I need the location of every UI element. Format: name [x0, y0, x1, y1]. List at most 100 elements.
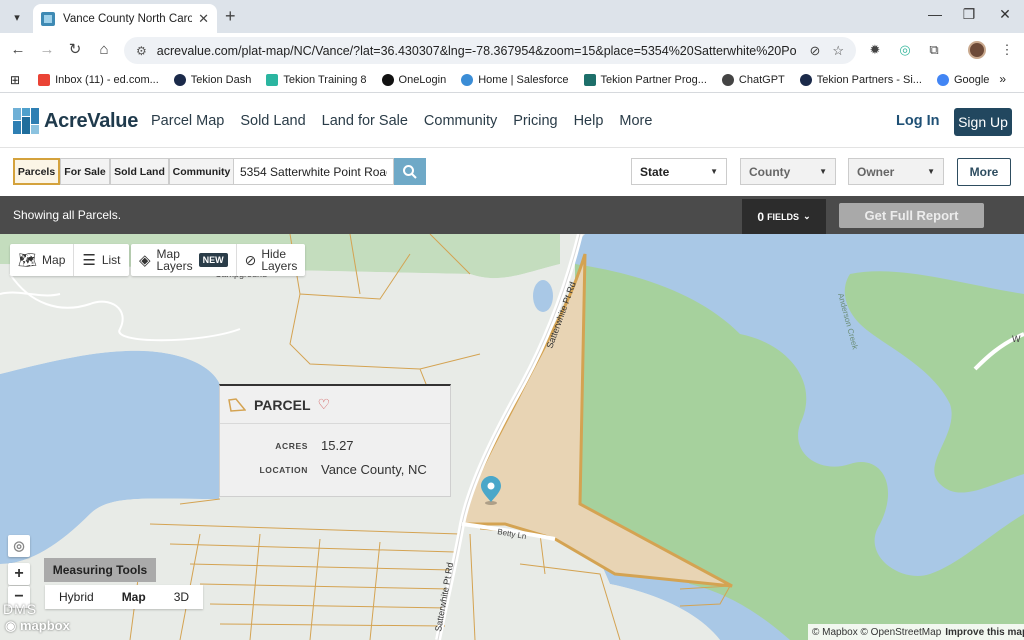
- browser-tab[interactable]: Vance County North Carolina P ✕: [33, 4, 217, 33]
- bookmark-google[interactable]: Google: [936, 73, 989, 86]
- chevron-down-icon: ▼: [710, 167, 718, 176]
- extensions-puzzle-icon[interactable]: ⧉: [925, 41, 943, 59]
- owner-select[interactable]: Owner ▼: [848, 158, 944, 185]
- fields-count: 0: [757, 209, 765, 224]
- segment-community[interactable]: Community: [169, 158, 234, 185]
- chevron-down-icon: ▼: [927, 167, 935, 176]
- map-icon: 🗺︎: [18, 252, 38, 269]
- measuring-tools-button[interactable]: Measuring Tools: [44, 558, 156, 582]
- bookmarks-bar: ⊞ Inbox (11) - ed.com... Tekion Dash Tek…: [0, 67, 1024, 93]
- restore-icon[interactable]: ❐: [958, 6, 980, 23]
- profile-avatar[interactable]: [968, 41, 986, 59]
- tekion-icon: [173, 73, 186, 86]
- mapbox-logo[interactable]: ◉ mapbox: [5, 618, 70, 634]
- gmail-icon: [38, 73, 51, 86]
- nav-pricing[interactable]: Pricing: [513, 113, 557, 129]
- nav-parcel-map[interactable]: Parcel Map: [151, 113, 224, 129]
- bookmark-salesforce[interactable]: Home | Salesforce: [461, 73, 569, 86]
- map-canvas[interactable]: Campground Satterwhite Pt Rd Satterwhite…: [0, 234, 1024, 640]
- bookmark-tekion-training[interactable]: Tekion Training 8: [266, 73, 367, 86]
- nav-land-for-sale[interactable]: Land for Sale: [322, 113, 408, 129]
- back-icon[interactable]: ←: [7, 39, 29, 61]
- search-icon: [403, 164, 417, 179]
- more-filters-button[interactable]: More: [957, 158, 1011, 186]
- county-select[interactable]: County ▼: [740, 158, 836, 185]
- segment-for-sale[interactable]: For Sale: [60, 158, 110, 185]
- bookmark-tekion-partners[interactable]: Tekion Partners - Si...: [799, 73, 922, 86]
- apps-icon[interactable]: ⊞: [10, 73, 20, 87]
- bookmarks-overflow-icon[interactable]: »: [999, 72, 1006, 86]
- tracking-icon[interactable]: ⊘: [809, 43, 820, 59]
- parcel-popup: PARCEL ♡ ACRES 15.27 LOCATION Vance Coun…: [219, 384, 451, 497]
- nav-more[interactable]: More: [619, 113, 652, 129]
- bookmark-chatgpt[interactable]: ChatGPT: [721, 73, 785, 86]
- extension-circle-icon[interactable]: ◎: [896, 41, 914, 59]
- zoom-in-button[interactable]: +: [8, 563, 30, 585]
- login-link[interactable]: Log In: [896, 113, 940, 129]
- segment-sold-land[interactable]: Sold Land: [110, 158, 169, 185]
- style-3d[interactable]: 3D: [160, 590, 203, 604]
- location-row: LOCATION Vance County, NC: [220, 462, 452, 477]
- eye-off-icon: ⊘: [244, 251, 257, 268]
- segment-parcels[interactable]: Parcels: [13, 158, 60, 185]
- reload-icon[interactable]: ↻: [64, 39, 86, 61]
- fields-label: FIELDS: [767, 211, 800, 222]
- main-nav: Parcel Map Sold Land Land for Sale Commu…: [151, 113, 668, 129]
- attribution-osm[interactable]: © OpenStreetMap: [861, 627, 942, 638]
- chatgpt-icon: [721, 73, 734, 86]
- fields-dropdown[interactable]: 0 FIELDS ⌄: [742, 199, 826, 234]
- layers-icon: ◈: [139, 252, 151, 269]
- bookmark-tekion-dash[interactable]: Tekion Dash: [173, 73, 251, 86]
- forward-icon[interactable]: →: [36, 39, 58, 61]
- signup-button[interactable]: Sign Up: [954, 108, 1012, 136]
- state-select[interactable]: State ▼: [631, 158, 727, 185]
- chevron-down-icon: ▼: [819, 167, 827, 176]
- bookmark-tekion-partner[interactable]: Tekion Partner Prog...: [583, 73, 707, 86]
- new-tab-icon[interactable]: +: [225, 6, 236, 27]
- close-tab-icon[interactable]: ✕: [198, 11, 209, 27]
- address-search-input[interactable]: [234, 158, 394, 185]
- list-view-button[interactable]: ☰ List: [74, 244, 128, 276]
- bookmark-star-icon[interactable]: ☆: [832, 43, 844, 59]
- tekion-partners-icon: [799, 73, 812, 86]
- bookmark-onelogin[interactable]: OneLogin: [381, 73, 446, 86]
- map-layers-button[interactable]: ◈ Map Layers NEW: [131, 244, 237, 276]
- layer-controls: ◈ Map Layers NEW ⊘ Hide Layers: [131, 244, 306, 276]
- tab-title: Vance County North Carolina P: [63, 12, 193, 25]
- parcel-icon: [228, 397, 246, 412]
- get-full-report-button[interactable]: Get Full Report: [839, 203, 984, 228]
- onelogin-icon: [381, 73, 394, 86]
- map-view-button[interactable]: 🗺︎ Map: [10, 244, 75, 276]
- browser-toolbar: ← → ↻ ⌂ ⚙ acrevalue.com/plat-map/NC/Vanc…: [0, 33, 1024, 67]
- address-bar[interactable]: ⚙ acrevalue.com/plat-map/NC/Vance/?lat=3…: [124, 37, 856, 64]
- acrevalue-logo[interactable]: AcreValue: [13, 108, 138, 134]
- acres-row: ACRES 15.27: [220, 438, 452, 453]
- close-window-icon[interactable]: ✕: [994, 6, 1016, 23]
- tab-search-icon[interactable]: ▾: [6, 6, 28, 28]
- minimize-icon[interactable]: —: [924, 6, 946, 22]
- hide-layers-button[interactable]: ⊘ Hide Layers: [237, 244, 306, 276]
- view-toggle: 🗺︎ Map ☰ List: [10, 244, 129, 276]
- style-map[interactable]: Map: [108, 590, 160, 604]
- improve-map-link[interactable]: Improve this map: [945, 627, 1024, 638]
- bookmark-gmail[interactable]: Inbox (11) - ed.com...: [38, 73, 159, 86]
- location-value: Vance County, NC: [321, 462, 427, 477]
- extension-gear-icon[interactable]: ✹: [866, 41, 884, 59]
- search-button[interactable]: [394, 158, 426, 185]
- location-label: LOCATION: [259, 464, 308, 475]
- nav-community[interactable]: Community: [424, 113, 497, 129]
- training-icon: [266, 73, 279, 86]
- acres-label: ACRES: [275, 440, 308, 451]
- geolocate-icon[interactable]: ◎: [8, 535, 30, 557]
- nav-sold-land[interactable]: Sold Land: [240, 113, 305, 129]
- nav-help[interactable]: Help: [574, 113, 604, 129]
- browser-menu-icon[interactable]: ⋮: [998, 41, 1016, 59]
- style-hybrid[interactable]: Hybrid: [45, 590, 108, 604]
- dms-watermark: DMS: [3, 601, 38, 617]
- attribution-mapbox[interactable]: © Mapbox: [812, 627, 858, 638]
- home-icon[interactable]: ⌂: [93, 39, 115, 61]
- popup-header: PARCEL ♡: [220, 386, 450, 424]
- site-info-icon[interactable]: ⚙: [136, 44, 147, 58]
- acres-value: 15.27: [321, 438, 354, 453]
- favorite-heart-icon[interactable]: ♡: [318, 396, 331, 413]
